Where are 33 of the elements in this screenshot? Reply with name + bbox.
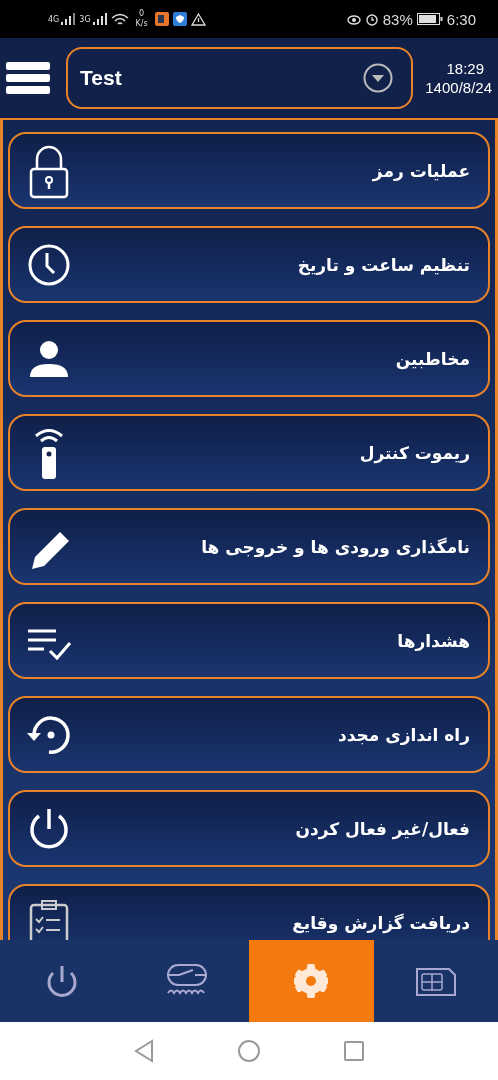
- speed-value: 0: [139, 9, 145, 19]
- device-date: 1400/8/24: [425, 78, 492, 97]
- home-icon[interactable]: [237, 1039, 261, 1063]
- menu-item[interactable]: ریموت کنترل: [8, 414, 490, 491]
- battery-icon: [416, 13, 443, 25]
- signal-icon: [92, 13, 107, 25]
- battery-percent: 83%: [382, 10, 413, 28]
- eye-icon: [346, 13, 361, 25]
- signal-icon: [61, 13, 76, 25]
- menu-item[interactable]: فعال/غیر فعال کردن: [8, 790, 490, 867]
- speed-unit: K/s: [135, 19, 148, 29]
- menu-item[interactable]: راه اندازی مجدد: [8, 696, 490, 773]
- dropdown-icon: [363, 63, 394, 93]
- device-time: 18:29: [446, 59, 484, 78]
- menu-item[interactable]: عملیات رمز: [8, 132, 490, 209]
- shield-icon: [172, 12, 187, 26]
- network-type: 3G: [79, 15, 91, 24]
- menu-item[interactable]: هشدارها: [8, 602, 490, 679]
- device-dropdown[interactable]: Test: [66, 47, 414, 109]
- clock-time: 6:30: [446, 10, 476, 28]
- menu-item[interactable]: تنظیم ساعت و تاریخ: [8, 226, 490, 303]
- menu-icon[interactable]: [6, 62, 50, 94]
- alarm-icon: [364, 12, 379, 26]
- network-type: 4G: [48, 15, 60, 24]
- menu-item[interactable]: مخاطبین: [8, 320, 490, 397]
- menu-item[interactable]: نامگذاری ورودی ها و خروجی ها: [8, 508, 490, 585]
- recents-icon[interactable]: [343, 1040, 365, 1062]
- back-icon[interactable]: [133, 1039, 155, 1063]
- nav-tab[interactable]: [249, 940, 374, 1022]
- wifi-icon: [110, 12, 129, 26]
- menu-item[interactable]: دریافت گزارش وقایع: [8, 884, 490, 940]
- app-icon: [154, 12, 169, 26]
- warning-icon: [190, 12, 206, 26]
